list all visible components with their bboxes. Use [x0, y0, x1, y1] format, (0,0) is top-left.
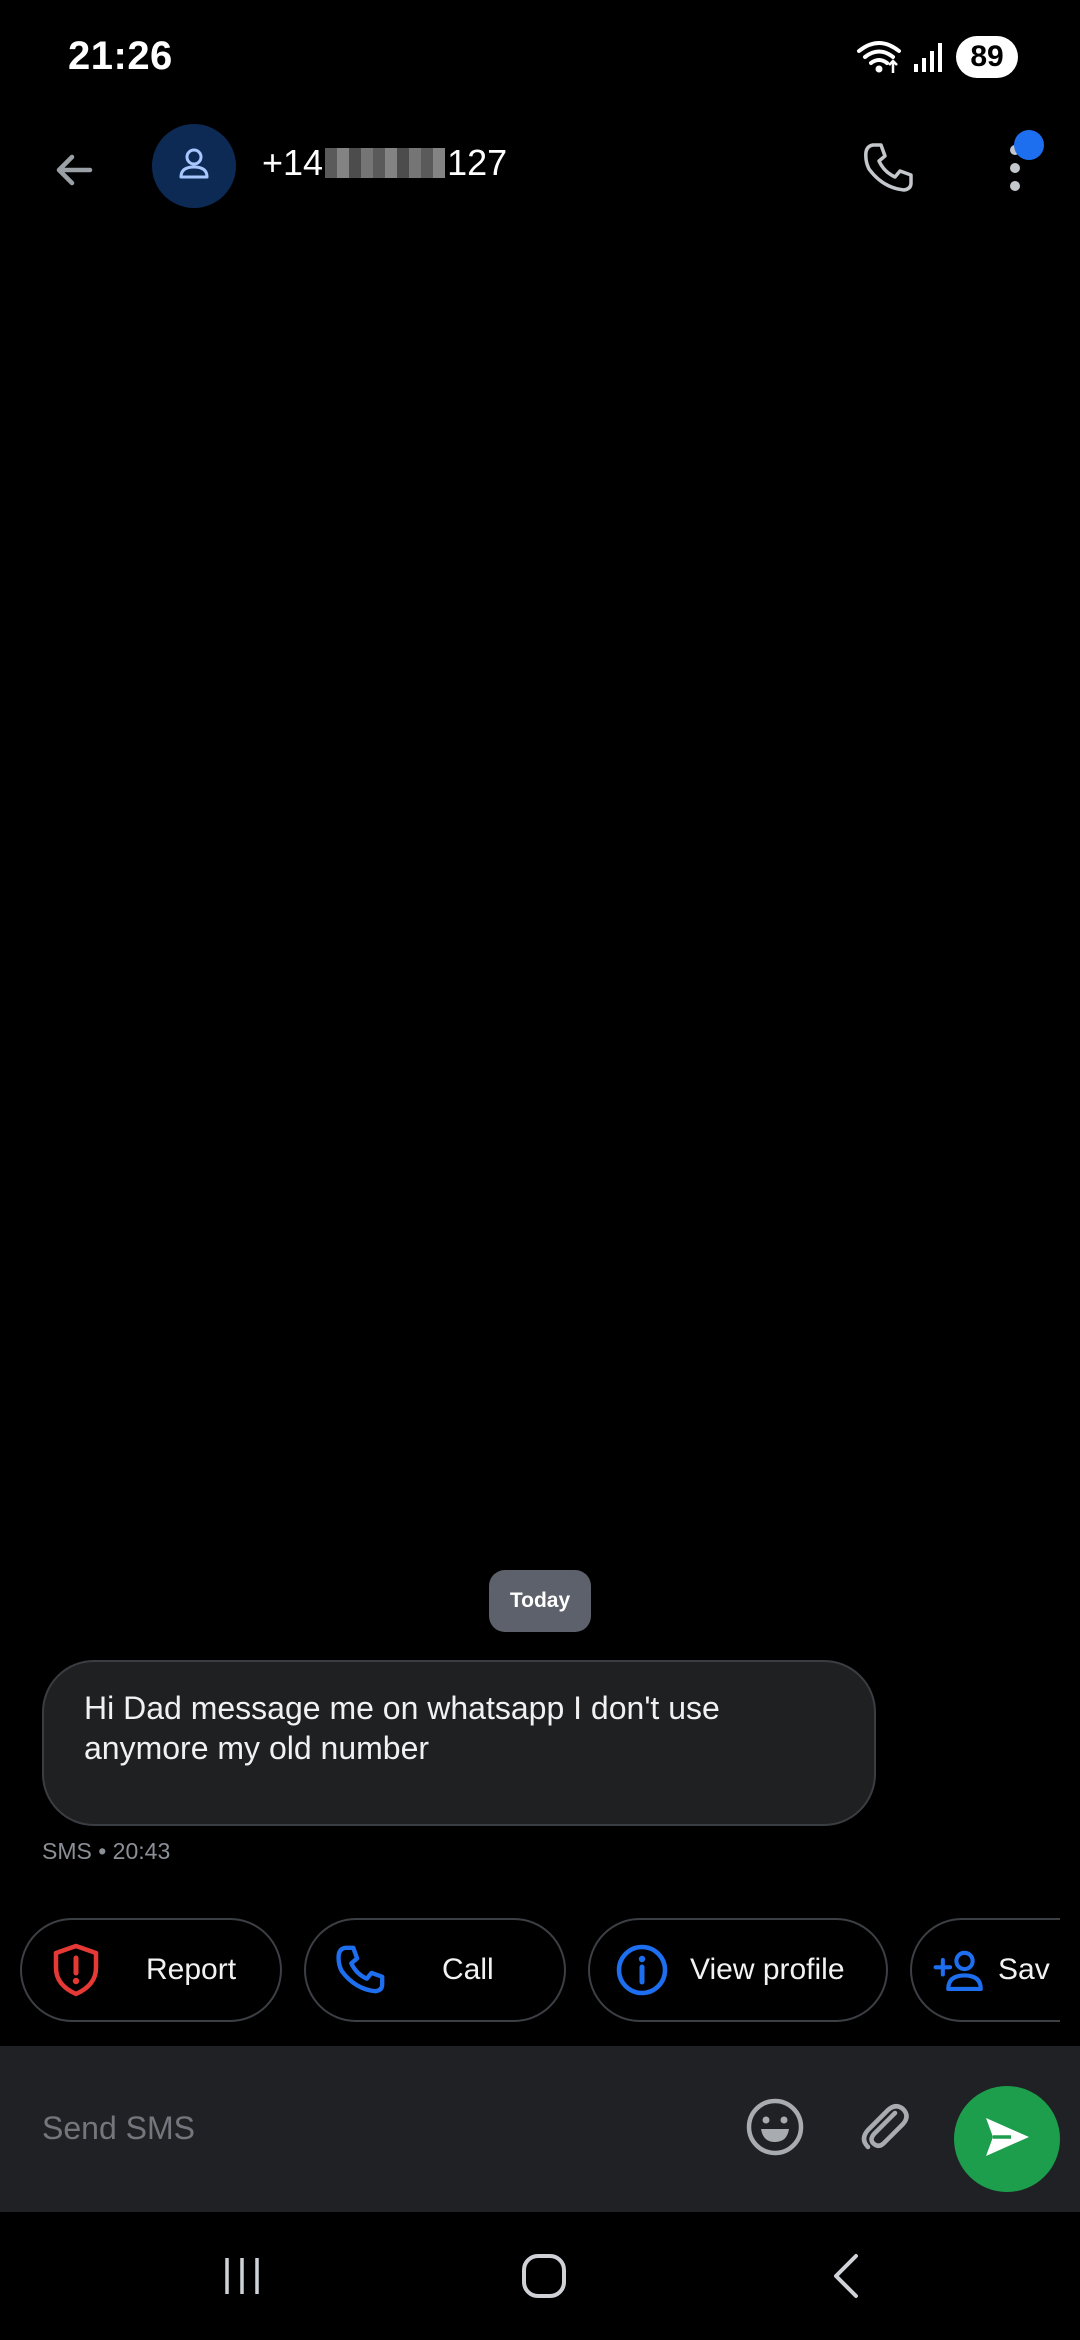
battery-indicator: 89 [956, 36, 1018, 78]
save-contact-chip-label: Sav [998, 1953, 1050, 1986]
back-button[interactable] [38, 136, 110, 208]
view-profile-chip[interactable]: View profile [588, 1918, 888, 2022]
arrow-left-icon [50, 146, 98, 199]
status-time: 21:26 [68, 34, 173, 78]
shield-alert-icon [48, 1942, 104, 1998]
send-icon [981, 2111, 1033, 2168]
compose-bar: Send SMS [0, 2046, 1080, 2212]
notification-dot [1014, 130, 1044, 160]
home-icon [519, 2251, 569, 2306]
status-icons: 89 [856, 36, 1018, 78]
message-text: Hi Dad message me on whatsapp I don't us… [84, 1690, 720, 1766]
home-button[interactable] [504, 2238, 584, 2318]
suggestion-chips: Report Call View profile Sav [0, 1918, 1060, 2024]
report-chip[interactable]: Report [20, 1918, 282, 2022]
messaging-screen: 21:26 89 +14 127 Today Hi Dad message me… [0, 0, 1080, 2340]
attach-button[interactable] [852, 2096, 918, 2162]
recents-icon [218, 2252, 266, 2305]
save-contact-chip[interactable]: Sav [910, 1918, 1060, 2022]
contact-number[interactable]: +14 127 [262, 142, 507, 184]
paperclip-icon [855, 2097, 915, 2162]
wifi-icon [856, 39, 902, 75]
number-suffix: 127 [447, 142, 508, 183]
message-meta: SMS • 20:43 [42, 1838, 171, 1864]
add-person-icon [932, 1942, 988, 1998]
report-chip-label: Report [146, 1953, 237, 1986]
emoji-icon [744, 2096, 806, 2163]
call-button[interactable] [852, 130, 924, 210]
call-chip-label: Call [442, 1953, 494, 1986]
phone-icon [332, 1942, 388, 1998]
info-icon [614, 1942, 670, 1998]
avatar[interactable] [152, 124, 236, 208]
navigation-bar [0, 2212, 1080, 2340]
nav-back-button[interactable] [806, 2238, 886, 2318]
call-chip[interactable]: Call [304, 1918, 566, 2022]
emoji-button[interactable] [742, 2096, 808, 2162]
app-bar: +14 127 [0, 120, 1080, 220]
redacted-digits [325, 148, 446, 178]
date-separator: Today [489, 1570, 591, 1632]
phone-icon [859, 139, 917, 202]
message-input[interactable]: Send SMS [42, 2110, 195, 2147]
chevron-left-icon [826, 2251, 866, 2306]
recents-button[interactable] [202, 2238, 282, 2318]
signal-icon [912, 40, 946, 74]
person-icon [174, 144, 214, 189]
number-prefix: +14 [262, 142, 324, 183]
send-button[interactable] [954, 2086, 1060, 2192]
status-bar: 21:26 89 [0, 0, 1080, 120]
view-profile-chip-label: View profile [690, 1953, 845, 1986]
message-bubble[interactable]: Hi Dad message me on whatsapp I don't us… [42, 1660, 876, 1826]
